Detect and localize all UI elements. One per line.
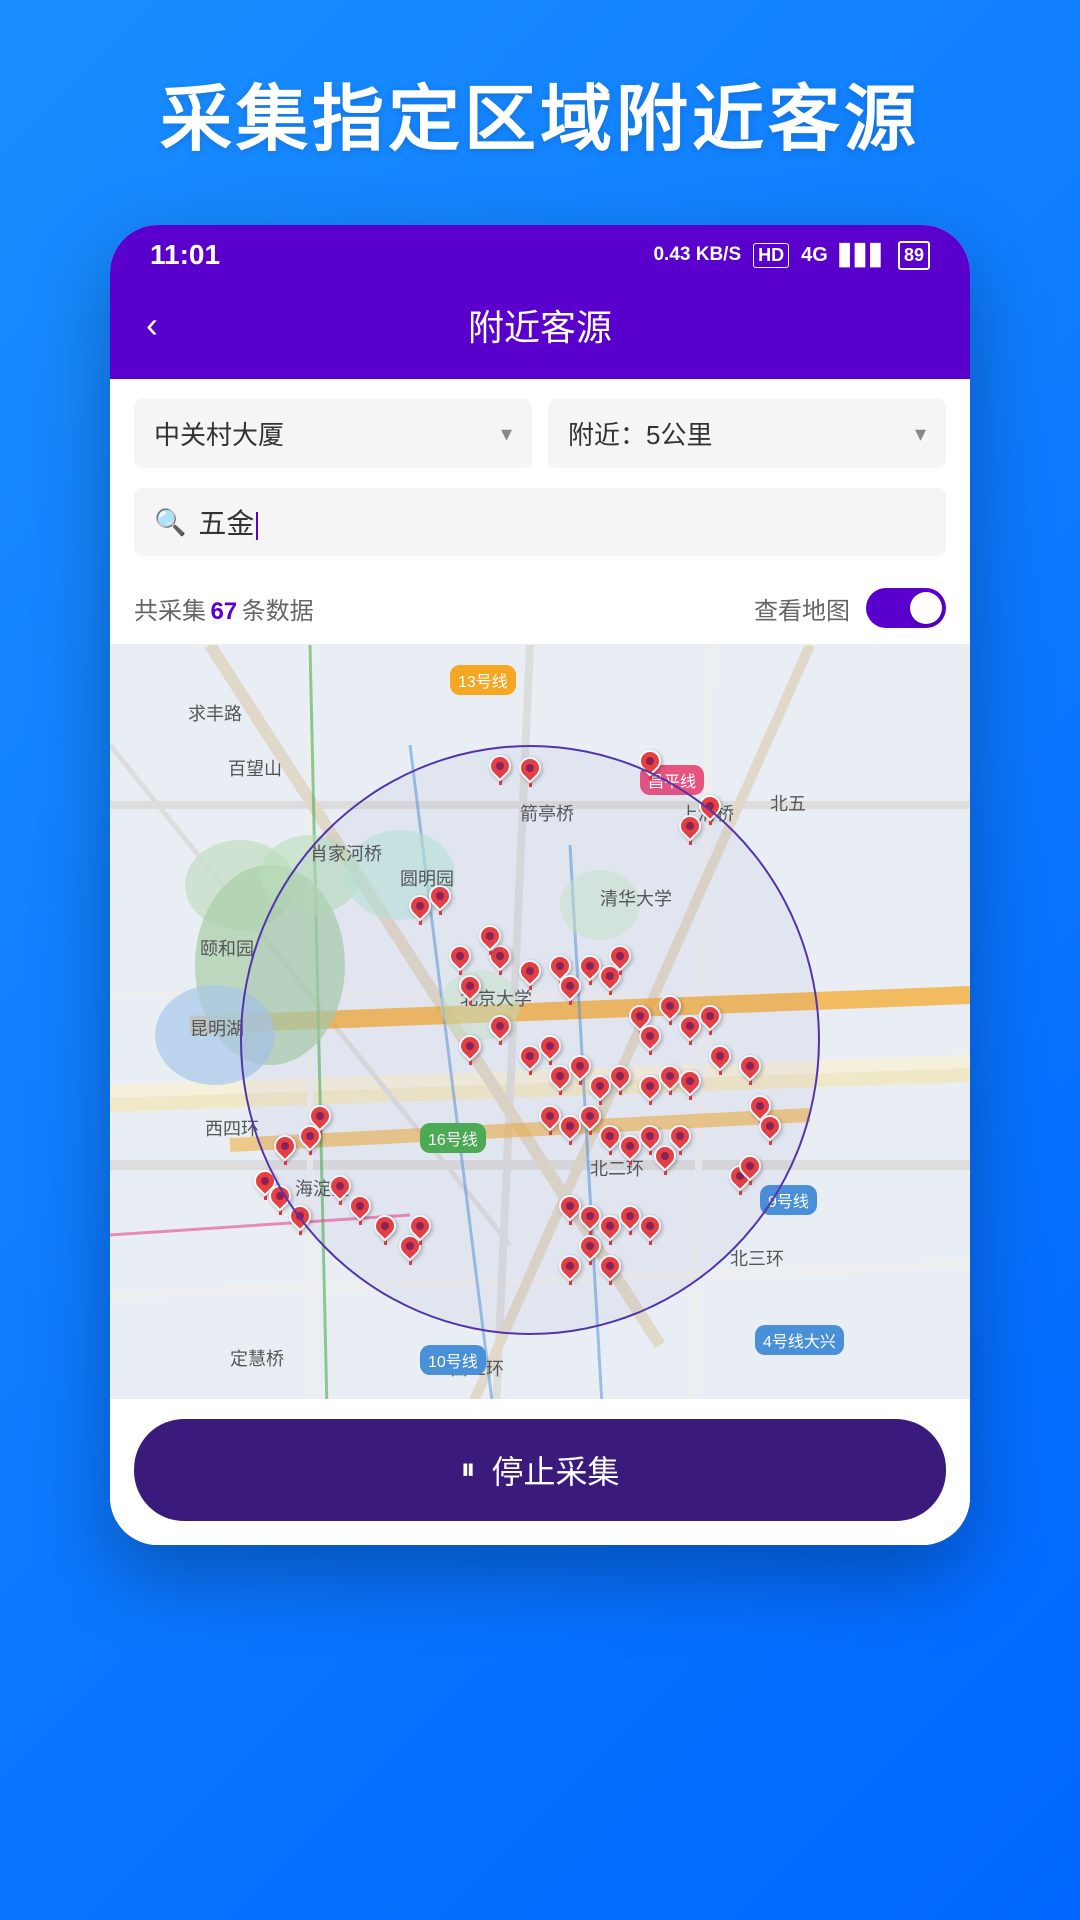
nearby-filter[interactable]: 附近：5公里 ▾ [548, 399, 946, 468]
stats-row: 共采集 67 条数据 查看地图 [110, 576, 970, 645]
pause-icon: ⏸ [460, 1453, 475, 1487]
search-row: 🔍 五金 [110, 488, 970, 576]
app-header: ‹ 附近客源 [110, 281, 970, 379]
map-toggle-label: 查看地图 [754, 591, 850, 626]
location-chevron-icon: ▾ [501, 421, 512, 447]
text-cursor [256, 512, 258, 540]
bottom-bar: ⏸ 停止采集 [110, 1399, 970, 1545]
toggle-knob [910, 592, 942, 624]
phone-frame: 11:01 0.43 KB/S HD 4G ▋▋▋ 89 ‹ 附近客源 中关村大… [110, 225, 970, 1545]
search-input[interactable]: 五金 [198, 502, 926, 542]
network-speed: 0.43 KB/S [653, 244, 741, 266]
nearby-filter-text: 附近：5公里 [568, 415, 712, 452]
metro-badge: 10号线 [420, 1345, 486, 1375]
map-view-toggle[interactable] [866, 588, 946, 628]
status-bar: 11:01 0.43 KB/S HD 4G ▋▋▋ 89 [110, 225, 970, 281]
signal-bars: ▋▋▋ [840, 243, 886, 268]
metro-badge: 13号线 [450, 665, 516, 695]
hd-badge: HD [753, 243, 789, 268]
network-type: 4G [801, 244, 828, 267]
status-time: 11:01 [150, 239, 220, 271]
map-area: 百望山颐和园昆明湖圆明园海淀区北京大学清华大学肖家河桥箭亭桥上清桥北五北二环北三… [110, 645, 970, 1545]
location-filter-text: 中关村大厦 [154, 415, 284, 452]
metro-badge: 4号线大兴 [755, 1325, 844, 1355]
map-radius-circle [240, 745, 820, 1335]
back-button[interactable]: ‹ [146, 304, 158, 346]
stats-count: 67 [210, 598, 237, 625]
stats-text: 共采集 67 条数据 [134, 591, 314, 626]
stop-btn-label: 停止采集 [491, 1447, 619, 1493]
hero-title: 采集指定区域附近客源 [160, 60, 920, 165]
battery-icon: 89 [898, 241, 930, 270]
status-right: 0.43 KB/S HD 4G ▋▋▋ 89 [653, 241, 930, 270]
filter-row: 中关村大厦 ▾ 附近：5公里 ▾ [110, 379, 970, 488]
location-filter[interactable]: 中关村大厦 ▾ [134, 399, 532, 468]
stop-collect-button[interactable]: ⏸ 停止采集 [134, 1419, 946, 1521]
app-header-title: 附近客源 [468, 299, 612, 351]
nearby-chevron-icon: ▾ [915, 421, 926, 447]
search-icon: 🔍 [154, 507, 186, 538]
content-area: 中关村大厦 ▾ 附近：5公里 ▾ 🔍 五金 共采集 67 条数据 [110, 379, 970, 1545]
map-toggle-area: 查看地图 [754, 588, 946, 628]
search-box[interactable]: 🔍 五金 [134, 488, 946, 556]
